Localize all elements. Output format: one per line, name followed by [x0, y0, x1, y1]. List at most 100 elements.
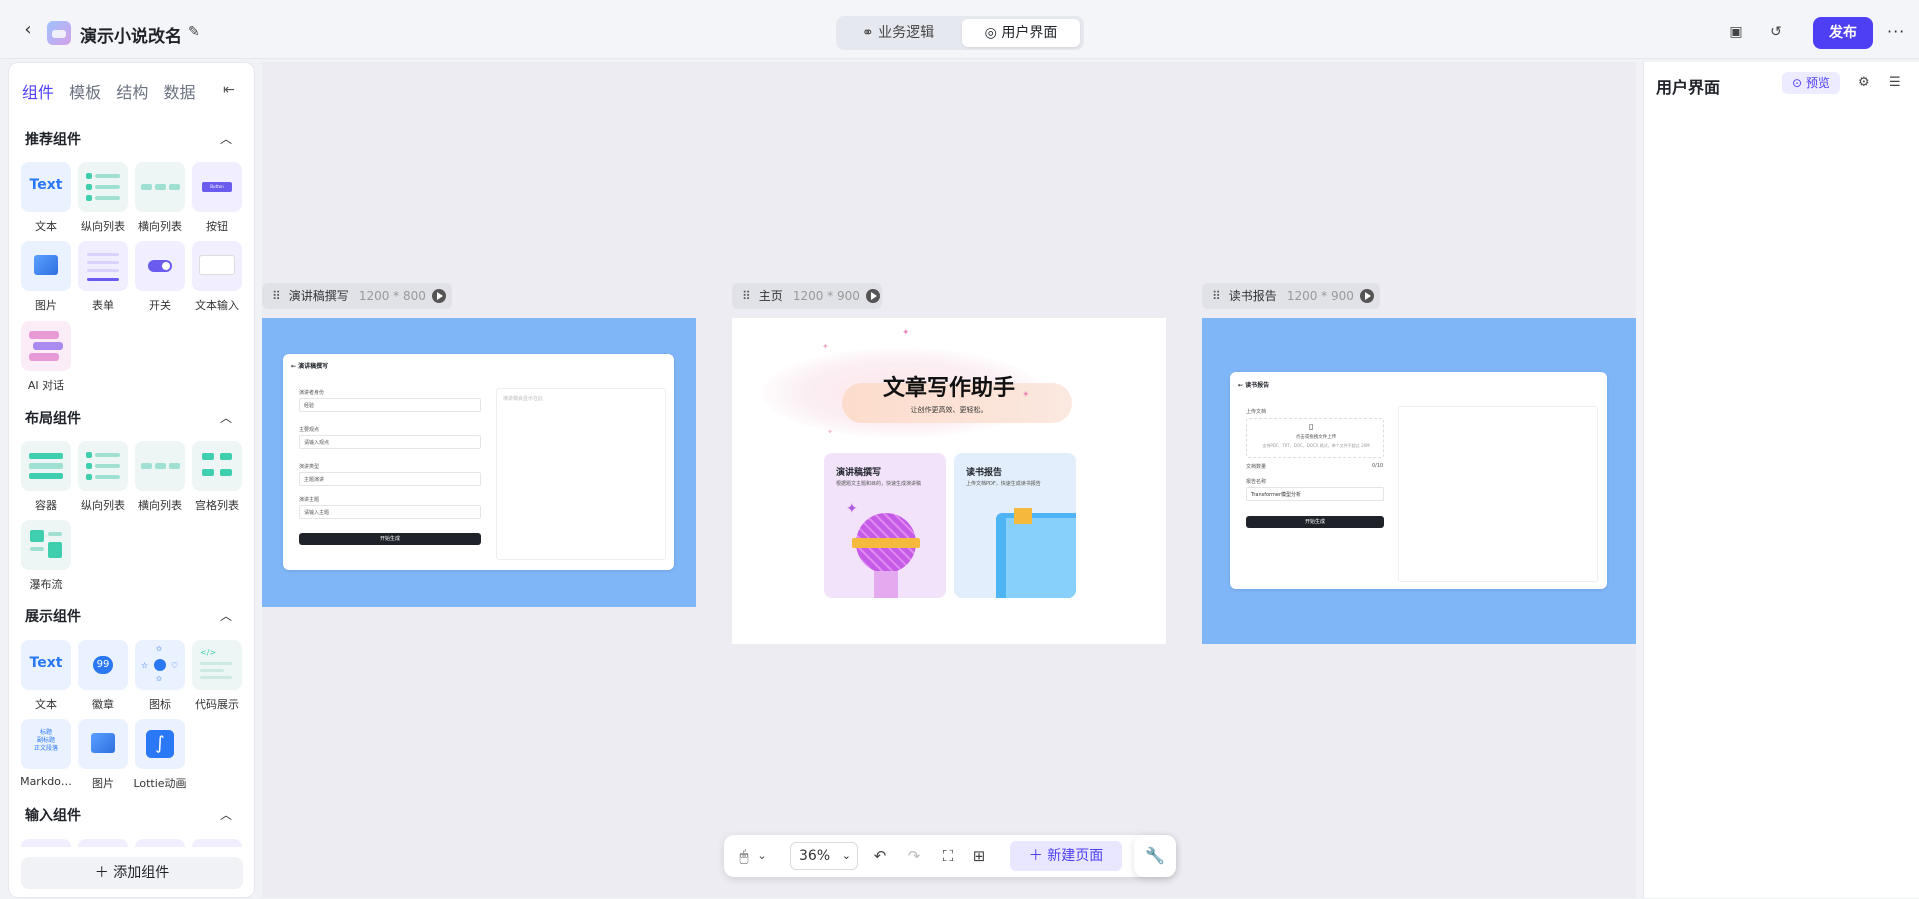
component-switch[interactable]: 开关	[135, 241, 185, 313]
play-icon[interactable]	[865, 288, 880, 303]
container-thumb	[21, 441, 71, 491]
component-ai-chat[interactable]: AI 对话	[21, 321, 71, 393]
badge-thumb: 99	[78, 640, 128, 690]
chevron-down-icon[interactable]: ⌄	[754, 846, 770, 866]
form-thumb	[78, 241, 128, 291]
publish-button[interactable]: 发布	[1813, 17, 1873, 49]
panel-title: 用户界面	[1656, 78, 1721, 97]
palette-icon: ◎	[984, 25, 1002, 41]
component-badge[interactable]: 99 徽章	[78, 640, 128, 712]
tools-button[interactable]: 🔧	[1134, 835, 1176, 877]
component-code-display[interactable]: </> 代码展示	[192, 640, 242, 712]
report-title: ← 读书报告	[1238, 382, 1270, 389]
chevron-up-icon[interactable]: ︿	[220, 130, 232, 147]
icon-thumb: ☆ ♡ ✿ ✿	[135, 640, 185, 690]
component-lottie[interactable]: ∫ Lottie动画	[133, 719, 187, 791]
home-subtitle: 让创作更高效、更轻松。	[910, 406, 988, 414]
tab-user-interface[interactable]: ◎ 用户界面	[962, 19, 1080, 47]
preview-button[interactable]: ⊙ 预览	[1782, 72, 1840, 94]
new-page-button[interactable]: ＋ 新建页面	[1010, 841, 1122, 871]
frame-header[interactable]: ⠿ 演讲稿撰写 1200 * 800	[262, 283, 452, 309]
component-text[interactable]: Text 文本	[21, 162, 71, 234]
sparkle-icon: ✦	[822, 342, 829, 351]
card-report: 读书报告 上传文档PDF，快速生成读书报告	[954, 453, 1076, 598]
zoom-select[interactable]: 36% ⌄	[790, 842, 858, 870]
collapse-panel-icon[interactable]: ⇤	[223, 82, 235, 98]
component-vertical-list[interactable]: 纵向列表	[78, 441, 128, 513]
chevron-up-icon[interactable]: ︿	[220, 607, 232, 624]
button-thumb: Button	[192, 162, 242, 212]
redo-icon[interactable]: ↷	[904, 846, 924, 866]
component-image[interactable]: 图片	[21, 241, 71, 313]
design-canvas[interactable]: ⠿ 演讲稿撰写 1200 * 800 ← 演讲稿撰写 演讲者身份 经验 主要观点 请…	[262, 62, 1636, 898]
component-horizontal-list[interactable]: 横向列表	[135, 162, 185, 234]
frame-header[interactable]: ⠿ 读书报告 1200 * 900	[1202, 283, 1380, 309]
outline-icon[interactable]: ☰	[1889, 75, 1901, 90]
frame-header[interactable]: ⠿ 主页 1200 * 900	[732, 283, 882, 309]
tab-structure[interactable]: 结构	[116, 79, 148, 103]
play-icon[interactable]	[431, 288, 446, 303]
component-display-text[interactable]: Text 文本	[21, 640, 71, 712]
history-icon[interactable]: ↺	[1767, 23, 1785, 41]
speech-field: 主题演讲	[299, 472, 481, 486]
switch-thumb	[135, 241, 185, 291]
speech-card: ← 演讲稿撰写 演讲者身份 经验 主要观点 请输入观点 演讲类型 主题演讲 演讲…	[283, 354, 674, 570]
view-switcher: ⚭ 业务逻辑 ◎ 用户界面	[836, 16, 1084, 50]
lottie-thumb: ∫	[135, 719, 185, 769]
chevron-up-icon[interactable]: ︿	[220, 409, 232, 426]
grid-icon[interactable]: ⊞	[969, 846, 989, 866]
back-icon[interactable]: ‹	[18, 20, 38, 40]
drag-handle-icon[interactable]: ⠿	[1212, 289, 1221, 303]
component-horizontal-list[interactable]: 横向列表	[135, 441, 185, 513]
component-icon[interactable]: ☆ ♡ ✿ ✿ 图标	[135, 640, 185, 712]
text-thumb: Text	[21, 640, 71, 690]
drag-handle-icon[interactable]: ⠿	[272, 289, 281, 303]
undo-icon[interactable]: ↶	[870, 846, 890, 866]
tab-templates[interactable]: 模板	[69, 79, 101, 103]
settings-icon[interactable]: ⚙	[1858, 75, 1870, 90]
more-icon[interactable]: ···	[1887, 22, 1905, 41]
sparkle-icon: ✦	[827, 428, 833, 436]
edit-icon[interactable]: ✎	[188, 24, 204, 40]
play-circle-icon: ⊙	[1792, 76, 1806, 90]
fit-screen-icon[interactable]: ⛶	[938, 846, 958, 866]
app-title: 演示小说改名	[80, 27, 182, 47]
waterfall-thumb	[21, 520, 71, 570]
component-grid-list[interactable]: 宫格列表	[192, 441, 242, 513]
frame-speech[interactable]: ← 演讲稿撰写 演讲者身份 经验 主要观点 请输入观点 演讲类型 主题演讲 演讲…	[262, 318, 696, 607]
frame-home[interactable]: ✦ ✦ ✦ ✦ 文章写作助手 让创作更高效、更轻松。 演讲稿撰写 根据题文主题和…	[732, 318, 1166, 644]
add-component-button[interactable]: ＋ 添加组件	[21, 857, 243, 889]
component-vertical-list[interactable]: 纵向列表	[78, 162, 128, 234]
tab-data[interactable]: 数据	[163, 79, 195, 103]
speech-field: 请输入观点	[299, 435, 481, 449]
horizontal-list-thumb	[135, 441, 185, 491]
component-button[interactable]: Button 按钮	[192, 162, 242, 234]
mouse-icon[interactable]: 🖱	[734, 846, 754, 866]
frame-report[interactable]: ← 读书报告 上传文档 ▯ 点击或拖拽文件上传 支持PDF、TXT、DOC、DO…	[1202, 318, 1636, 644]
component-container[interactable]: 容器	[21, 441, 71, 513]
file-icon: ▯	[1309, 422, 1314, 431]
report-card: ← 读书报告 上传文档 ▯ 点击或拖拽文件上传 支持PDF、TXT、DOC、DO…	[1230, 372, 1607, 589]
text-input-thumb	[192, 241, 242, 291]
component-display-image[interactable]: 图片	[78, 719, 128, 791]
text-thumb: Text	[21, 162, 71, 212]
panel-tabs: 组件 模板 结构 数据	[22, 79, 206, 103]
component-text-input[interactable]: 文本输入	[192, 241, 242, 313]
speech-field: 请输入主题	[299, 505, 481, 519]
tab-components[interactable]: 组件	[22, 79, 54, 103]
archive-icon[interactable]: ▣	[1727, 23, 1745, 41]
component-waterfall[interactable]: 瀑布流	[21, 520, 71, 592]
section-title: 展示组件	[25, 609, 81, 625]
component-form[interactable]: 表单	[78, 241, 128, 313]
vertical-list-thumb	[78, 162, 128, 212]
grid-list-thumb	[192, 441, 242, 491]
component-markdown[interactable]: 标题 副标题 正文段落 Markdo…	[20, 719, 72, 788]
drag-handle-icon[interactable]: ⠿	[742, 289, 751, 303]
tab-business-logic[interactable]: ⚭ 业务逻辑	[840, 19, 956, 47]
plus-icon: ＋	[94, 865, 114, 881]
chevron-up-icon[interactable]: ︿	[220, 806, 232, 823]
image-thumb	[78, 719, 128, 769]
vertical-list-thumb	[78, 441, 128, 491]
speech-generate-button: 开始生成	[299, 533, 481, 545]
play-icon[interactable]	[1359, 288, 1374, 303]
